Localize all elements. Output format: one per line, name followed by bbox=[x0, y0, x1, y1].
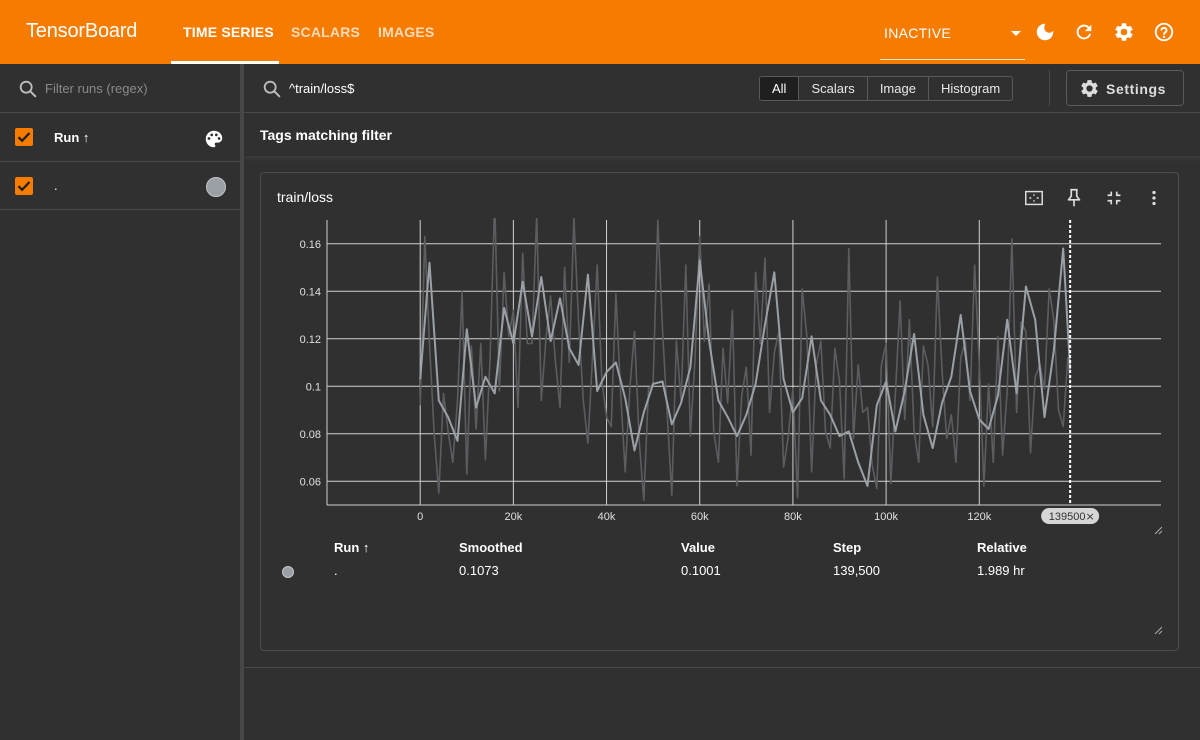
search-icon bbox=[19, 80, 37, 98]
run-sort-header[interactable]: Run ↑ bbox=[54, 130, 89, 145]
y-tick-label: 0.08 bbox=[300, 429, 321, 441]
y-tick-label: 0.1 bbox=[306, 381, 321, 393]
runs-filter-placeholder: Filter runs (regex) bbox=[45, 81, 148, 96]
help-icon[interactable] bbox=[1153, 21, 1175, 43]
type-histogram-button[interactable]: Histogram bbox=[927, 77, 1012, 100]
tab-scalars[interactable]: SCALARS bbox=[291, 24, 360, 40]
series-line-smoothed bbox=[419, 247, 1072, 487]
palette-icon[interactable] bbox=[203, 128, 225, 150]
table-header-step: Step bbox=[833, 540, 862, 555]
app-title: TensorBoard bbox=[26, 20, 138, 42]
section-title: Tags matching filter bbox=[260, 127, 392, 143]
line-chart[interactable]: 0.06 0.08 0.1 0.12 0.14 0.16 0 20k 40k 60k 80k 100k… bbox=[261, 173, 1178, 528]
type-scalars-button[interactable]: Scalars bbox=[798, 77, 866, 100]
x-tick-label: 60k bbox=[691, 511, 709, 523]
series-color-dot bbox=[282, 566, 294, 578]
series-line-value bbox=[419, 218, 1071, 502]
x-tick-label: 80k bbox=[784, 511, 802, 523]
main-content: ^train/loss$ All Scalars Image Histogram… bbox=[244, 64, 1200, 740]
reload-select[interactable]: INACTIVE bbox=[880, 14, 1025, 60]
select-all-checkbox[interactable] bbox=[15, 128, 33, 146]
section-bottom-divider bbox=[244, 667, 1200, 668]
close-icon: × bbox=[1086, 510, 1095, 523]
y-tick-label: 0.12 bbox=[300, 334, 321, 346]
run-checkbox[interactable] bbox=[15, 177, 33, 195]
plugin-type-toggle: All Scalars Image Histogram bbox=[759, 76, 1014, 101]
table-header-relative: Relative bbox=[977, 540, 1027, 555]
chart-resize-handle[interactable] bbox=[1154, 526, 1163, 535]
x-tick-label: 100k bbox=[874, 511, 898, 523]
hover-step-chip-label: 139500 bbox=[1049, 511, 1086, 523]
gear-icon bbox=[1081, 80, 1098, 97]
scalar-card: train/loss 0.06 0.08 0.1 0.12 0.14 0.16 0 20k 40… bbox=[260, 172, 1179, 651]
refresh-icon[interactable] bbox=[1073, 21, 1095, 43]
section-divider bbox=[244, 156, 1200, 162]
table-cell-relative: 1.989 hr bbox=[977, 563, 1025, 578]
run-row[interactable]: . bbox=[0, 162, 240, 210]
settings-button-label: Settings bbox=[1106, 81, 1167, 97]
settings-icon[interactable] bbox=[1113, 21, 1135, 43]
x-tick-label: 120k bbox=[967, 511, 991, 523]
reload-select-value: INACTIVE bbox=[884, 25, 951, 41]
table-cell-run: . bbox=[334, 563, 338, 578]
table-resize-handle[interactable] bbox=[1154, 626, 1163, 635]
x-tick-label: 0 bbox=[417, 511, 423, 523]
tag-filter-bar: ^train/loss$ All Scalars Image Histogram… bbox=[244, 64, 1200, 113]
tab-time-series[interactable]: TIME SERIES bbox=[183, 24, 274, 40]
x-tick-label: 20k bbox=[504, 511, 522, 523]
table-cell-step: 139,500 bbox=[833, 563, 880, 578]
dark-mode-icon[interactable] bbox=[1034, 21, 1056, 43]
tab-images[interactable]: IMAGES bbox=[378, 24, 434, 40]
x-tick-label: 40k bbox=[598, 511, 616, 523]
run-color-swatch[interactable] bbox=[206, 177, 226, 197]
type-all-button[interactable]: All bbox=[760, 77, 799, 100]
search-icon bbox=[263, 80, 281, 98]
runs-filter[interactable]: Filter runs (regex) bbox=[0, 64, 240, 113]
top-app-bar: TensorBoard TIME SERIES SCALARS IMAGES I… bbox=[0, 0, 1200, 64]
y-tick-label: 0.16 bbox=[300, 239, 321, 251]
table-header-run[interactable]: Run ↑ bbox=[334, 540, 369, 555]
table-cell-value: 0.1001 bbox=[681, 563, 721, 578]
settings-button[interactable]: Settings bbox=[1066, 70, 1184, 106]
runs-table-header: Run ↑ bbox=[0, 113, 240, 162]
run-name: . bbox=[54, 178, 58, 193]
tag-filter-input[interactable]: ^train/loss$ bbox=[289, 81, 354, 96]
y-tick-label: 0.14 bbox=[300, 286, 321, 298]
runs-panel: Filter runs (regex) Run ↑ . bbox=[0, 64, 240, 740]
table-header-value: Value bbox=[681, 540, 715, 555]
y-tick-label: 0.06 bbox=[300, 476, 321, 488]
table-cell-smoothed: 0.1073 bbox=[459, 563, 499, 578]
toolbar-divider bbox=[1049, 70, 1050, 106]
type-image-button[interactable]: Image bbox=[866, 77, 928, 100]
table-header-smoothed: Smoothed bbox=[459, 540, 523, 555]
chevron-down-icon bbox=[1011, 31, 1021, 36]
